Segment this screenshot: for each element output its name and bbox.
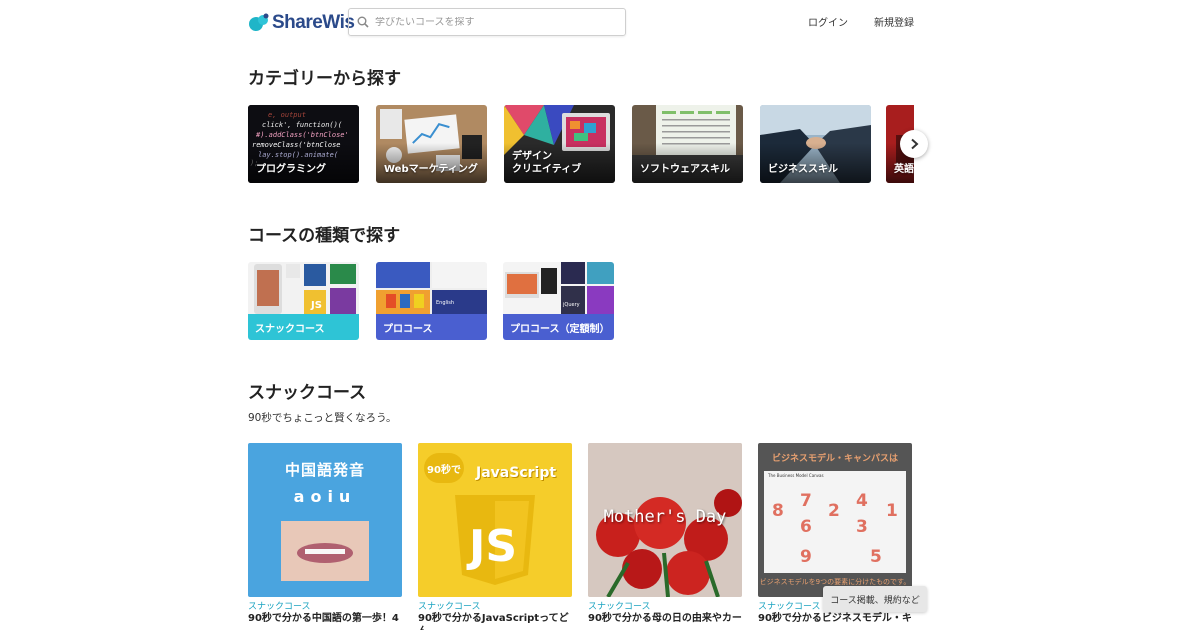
thumb-title: 中国語発音 <box>284 461 365 479</box>
svg-text:JS: JS <box>310 300 322 311</box>
thumb-subtitle: aoiu <box>293 487 357 506</box>
grid-number: 7 <box>800 491 812 511</box>
thumb-title: ビジネスモデル・キャンパスは <box>771 454 898 464</box>
course-type-label-bar: プロコース（定額制） <box>503 314 614 340</box>
grid-number: 3 <box>856 517 868 537</box>
header: ShareWis ログイン 新規登録 <box>0 0 1200 44</box>
pro-collage-image: English <box>376 262 487 314</box>
category-label: ビジネススキル <box>768 164 838 175</box>
course-thumbnail[interactable]: 中国語発音 aoiu <box>248 443 402 597</box>
canvas-title: The Business Model Canvas <box>768 473 824 478</box>
category-label: デザイン クリエイティブ <box>512 150 581 176</box>
category-card-programming[interactable]: e, output click', function()( #).addClas… <box>248 105 359 183</box>
thumb-title: JavaScript <box>476 465 557 481</box>
course-type-label-bar: プロコース <box>376 314 487 340</box>
course-type-snack[interactable]: JS スナックコース <box>248 262 359 340</box>
grid-number: 9 <box>800 547 812 567</box>
course-title[interactable]: 90秒で分かるビジネスモデル・キ <box>758 612 912 630</box>
course-card[interactable]: Mother's Day スナックコース 90秒で分かる母の日の由来やカー <box>588 443 742 630</box>
svg-text:jQuery: jQuery <box>562 302 580 308</box>
course-category: スナックコース <box>418 602 481 612</box>
terms-tooltip-button[interactable]: コース掲載、規約など <box>823 586 927 612</box>
course-title[interactable]: 90秒で分かる母の日の由来やカー <box>588 612 742 630</box>
course-thumbnail[interactable]: 90秒で JavaScript JS <box>418 443 572 597</box>
course-thumbnail[interactable]: Mother's Day <box>588 443 742 597</box>
category-label-line1: デザイン <box>512 151 552 162</box>
logo-text: ShareWis <box>272 12 355 33</box>
course-card[interactable]: 90秒で JavaScript JS スナックコース 90秒で分かるJavaSc… <box>418 443 572 630</box>
logo[interactable]: ShareWis <box>248 8 355 38</box>
course-title[interactable]: 90秒で分かるJavaScriptってどん <box>418 612 572 630</box>
grid-number: 1 <box>886 501 898 521</box>
category-card-software[interactable]: ソフトウェアスキル <box>632 105 743 183</box>
search-box[interactable] <box>348 8 626 36</box>
snack-subtitle: 90秒でちょこっと賢くなろう。 <box>248 412 397 424</box>
category-carousel: e, output click', function()( #).addClas… <box>248 105 914 183</box>
category-label-line2: クリエイティブ <box>512 164 582 175</box>
snack-collage-image: JS <box>248 262 359 314</box>
carousel-next-button[interactable] <box>900 130 928 158</box>
svg-text:English: English <box>436 300 454 306</box>
snack-heading: スナックコース <box>248 383 367 403</box>
course-title[interactable]: 90秒で分かる中国語の第一歩！4 <box>248 612 402 630</box>
category-card-business[interactable]: ビジネススキル <box>760 105 871 183</box>
category-card-design[interactable]: デザイン クリエイティブ <box>504 105 615 183</box>
course-thumbnail[interactable]: ビジネスモデル・キャンパスは The Business Model Canvas… <box>758 443 912 597</box>
course-type-pro[interactable]: English プロコース <box>376 262 487 340</box>
grid-number: 4 <box>856 491 868 511</box>
categories-heading: カテゴリーから探す <box>248 69 401 89</box>
category-card-web-marketing[interactable]: Webマーケティング <box>376 105 487 183</box>
grid-number: 5 <box>870 547 882 567</box>
pro-subscription-collage-image: jQuery <box>503 262 614 314</box>
course-type-pro-subscription[interactable]: jQuery プロコース（定額制） <box>503 262 614 340</box>
signup-link[interactable]: 新規登録 <box>874 14 914 29</box>
search-icon <box>357 16 369 28</box>
grid-number: 8 <box>772 501 784 521</box>
svg-text:e, output: e, output <box>268 111 306 119</box>
chevron-right-icon <box>911 138 919 150</box>
course-types-heading: コースの種類で探す <box>248 226 401 246</box>
category-label: Webマーケティング <box>384 164 478 175</box>
svg-text:JS: JS <box>466 521 517 572</box>
mouth-photo-image <box>281 521 369 581</box>
svg-text:#).addClass('btnClose': #).addClass('btnClose' <box>255 131 349 139</box>
category-label: ソフトウェアスキル <box>640 164 730 175</box>
course-card[interactable]: 中国語発音 aoiu スナックコース 90秒で分かる中国語の第一歩！4 <box>248 443 402 630</box>
grid-number: 2 <box>828 501 840 521</box>
thumb-badge: 90秒で <box>424 453 464 483</box>
course-category: スナックコース <box>248 602 311 612</box>
search-input[interactable] <box>375 16 615 28</box>
category-label: 英語 <box>894 164 914 175</box>
grid-number: 6 <box>800 517 812 537</box>
thumb-badge-text: 90秒で <box>427 464 461 476</box>
js-shield-icon: JS <box>455 495 535 585</box>
course-category: スナックコース <box>588 602 651 612</box>
login-link[interactable]: ログイン <box>808 14 848 29</box>
category-label: プログラミング <box>256 164 326 175</box>
logo-mark-icon <box>249 13 269 31</box>
thumb-title: Mother's Day <box>603 507 727 527</box>
course-type-label-bar: スナックコース <box>248 314 359 340</box>
svg-text:click', function()(: click', function()( <box>262 121 342 129</box>
canvas-diagram: The Business Model Canvas 8 7 2 4 1 6 3 … <box>764 471 906 573</box>
